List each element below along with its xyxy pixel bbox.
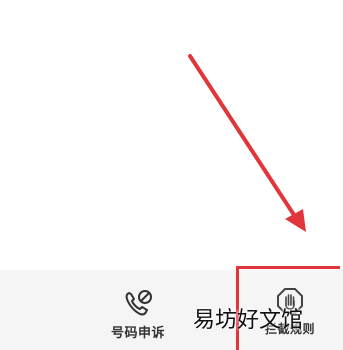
watermark: 易坊好文馆 [193, 308, 304, 333]
content-area [0, 0, 343, 270]
number-appeal-button[interactable]: 号码申诉 [100, 270, 176, 350]
phone-blocked-icon [125, 290, 152, 316]
number-appeal-label: 号码申诉 [110, 326, 165, 341]
